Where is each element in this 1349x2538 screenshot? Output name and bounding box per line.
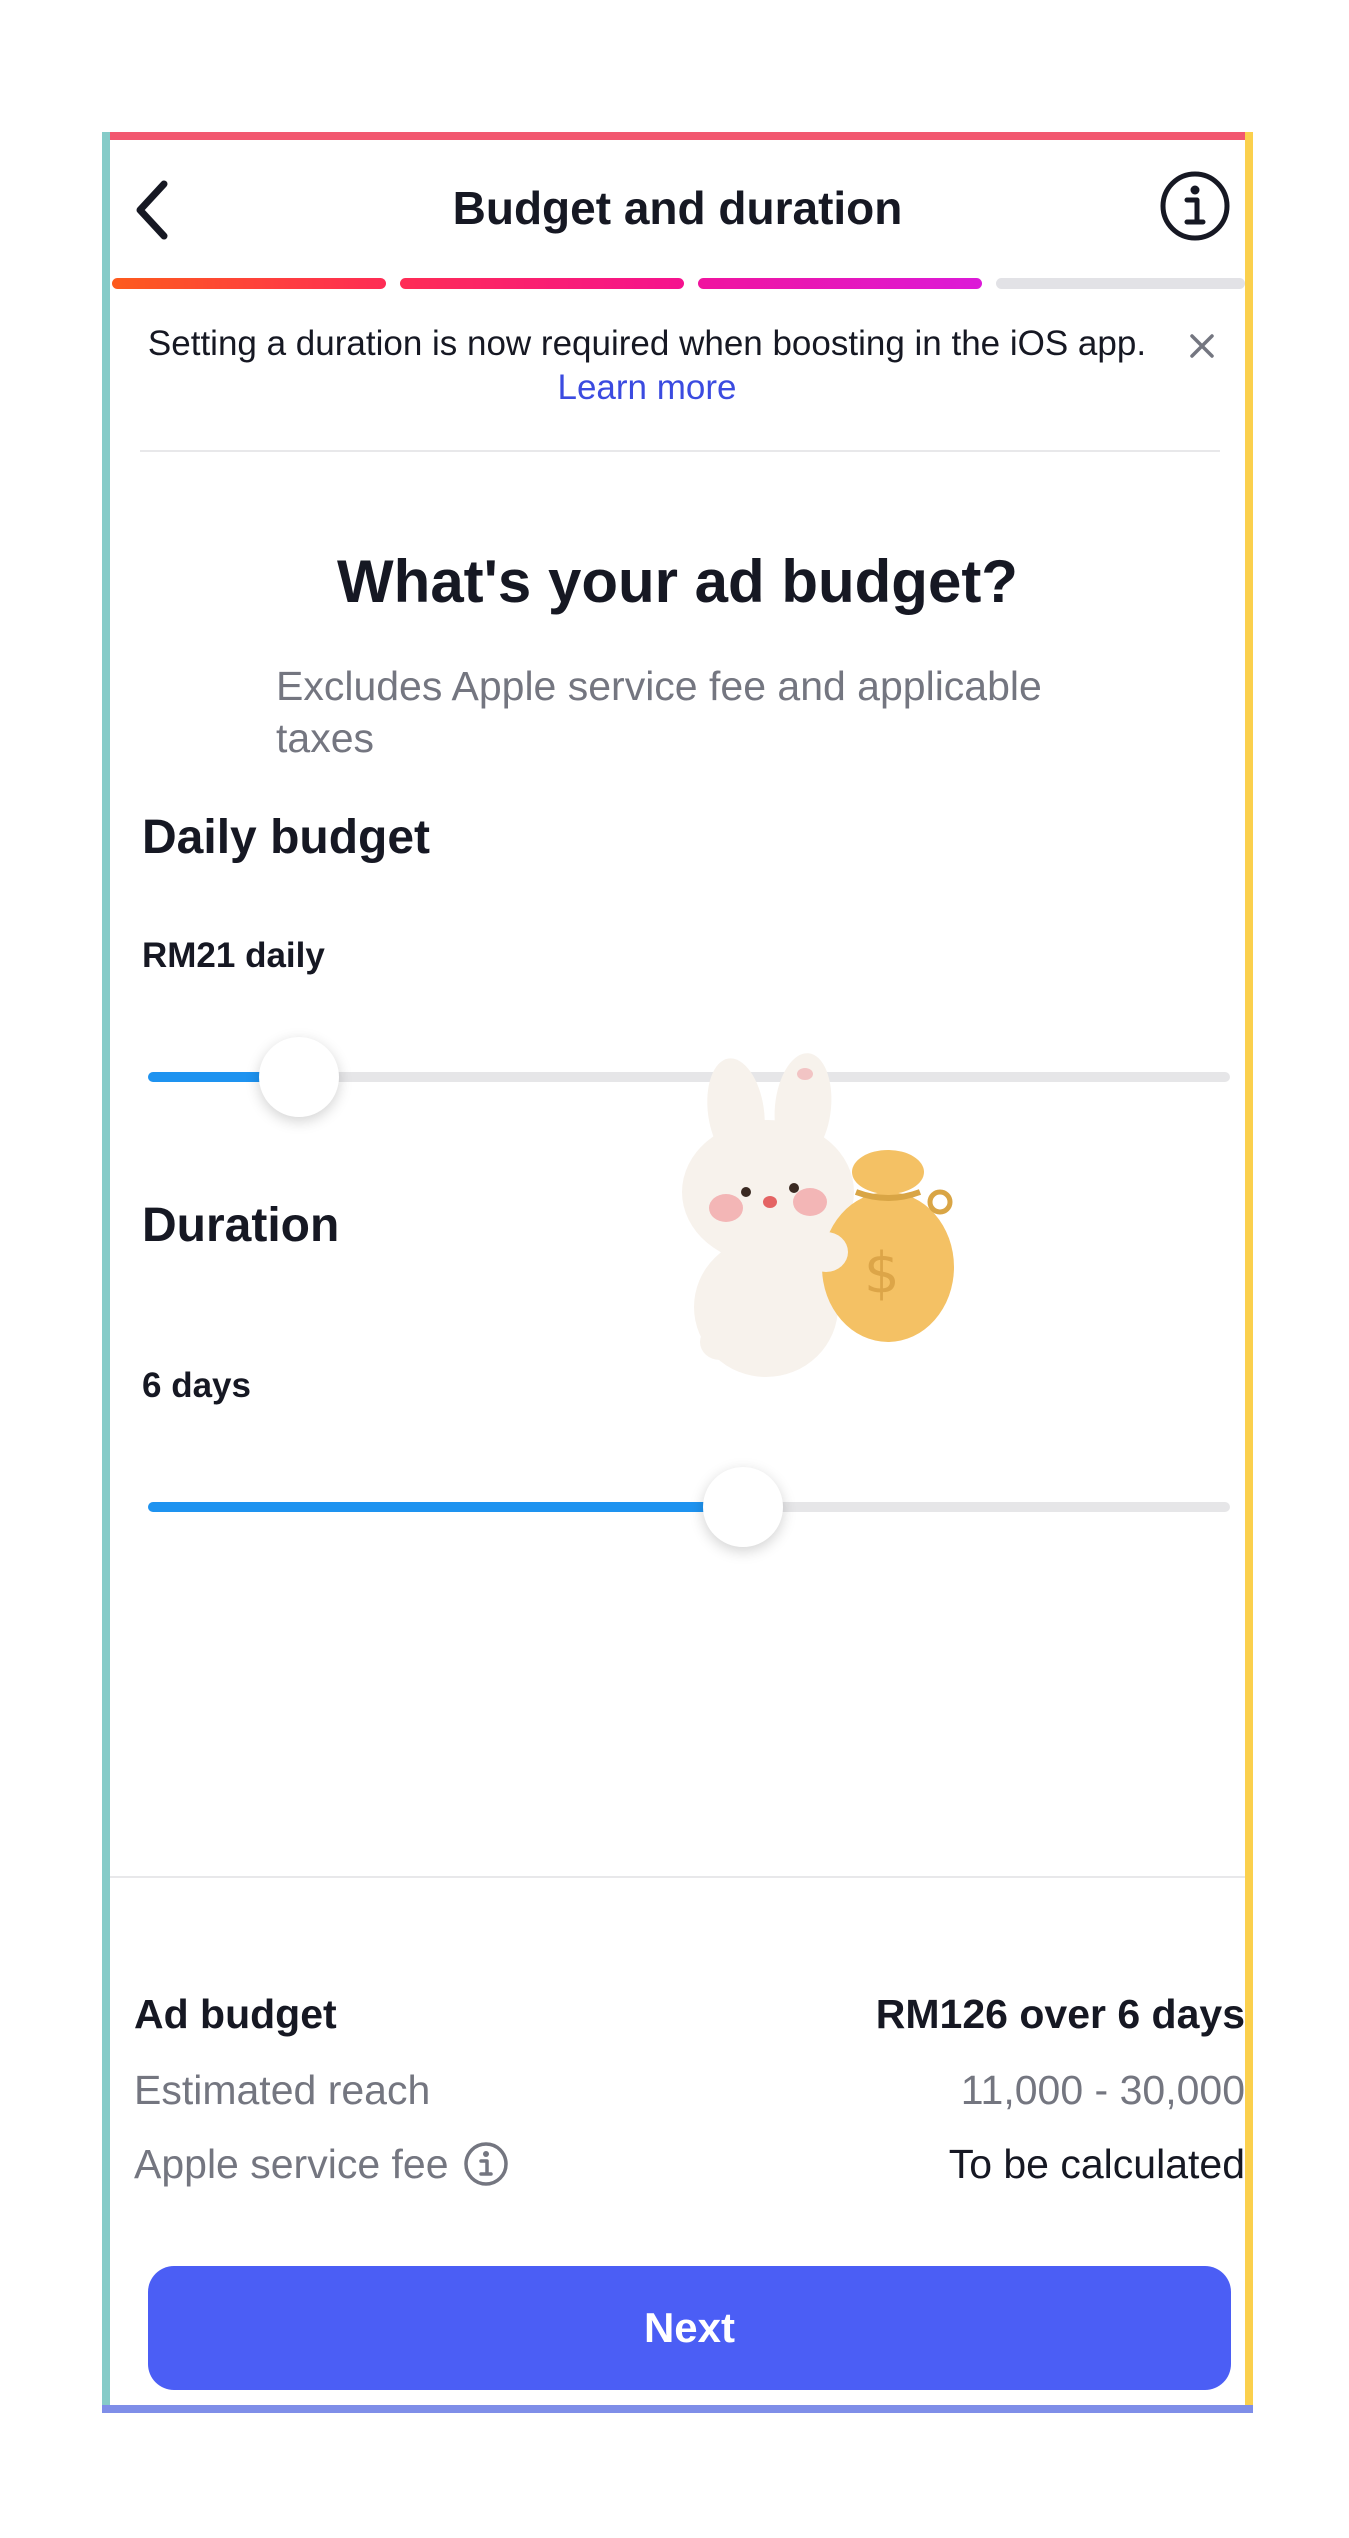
fee-info-button[interactable] (463, 2141, 509, 2187)
apple-service-fee-label: Apple service fee (134, 2141, 449, 2187)
ad-budget-label: Ad budget (134, 1991, 337, 2037)
progress-step-1 (112, 278, 386, 289)
ad-budget-value: RM126 over 6 days (875, 1991, 1245, 2037)
frame-border-left (102, 132, 110, 2413)
progress-step-3 (698, 278, 982, 289)
banner-close-button[interactable] (1182, 326, 1222, 366)
budget-question-subtitle: Excludes Apple service fee and applicabl… (276, 663, 1042, 761)
duration-value: 6 days (142, 1366, 251, 1405)
summary-divider (110, 1876, 1245, 1878)
daily-budget-slider[interactable] (148, 1036, 1230, 1120)
apple-service-fee-value: To be calculated (948, 2141, 1245, 2187)
header: Budget and duration (110, 140, 1245, 280)
duration-slider[interactable] (148, 1466, 1230, 1550)
notice-banner: Setting a duration is now required when … (142, 322, 1222, 452)
progress-step-4 (996, 278, 1245, 289)
banner-message: Setting a duration is now required when … (147, 324, 1147, 363)
learn-more-link[interactable]: Learn more (558, 368, 737, 407)
info-button[interactable] (1159, 170, 1231, 242)
daily-budget-value: RM21 daily (142, 936, 325, 975)
frame-border-bottom (102, 2405, 1253, 2413)
info-circle-icon (463, 2142, 508, 2186)
frame-border-right (1245, 132, 1253, 2413)
step-progress-bar (110, 278, 1245, 290)
svg-text:$: $ (864, 1241, 900, 1306)
slider-thumb[interactable] (703, 1467, 784, 1547)
slider-fill (148, 1502, 744, 1512)
progress-step-2 (400, 278, 684, 289)
estimated-reach-label: Estimated reach (134, 2067, 431, 2113)
duration-label: Duration (142, 1199, 340, 1252)
estimated-reach-value: 11,000 - 30,000 (960, 2067, 1245, 2113)
banner-divider (140, 450, 1220, 452)
daily-budget-label: Daily budget (142, 811, 431, 864)
estimated-reach-row: Estimated reach 11,000 - 30,000 (134, 2062, 1245, 2118)
budget-question-title: What's your ad budget? (337, 548, 1018, 615)
apple-service-fee-row: Apple service fee To be calculated (134, 2136, 1245, 2192)
banner-text: Setting a duration is now required when … (142, 322, 1152, 410)
page-title: Budget and duration (452, 182, 903, 234)
info-circle-icon (1160, 171, 1230, 241)
ad-budget-row: Ad budget RM126 over 6 days (134, 1986, 1245, 2042)
apple-service-fee-label-group: Apple service fee (134, 2138, 509, 2190)
close-icon (1190, 334, 1214, 358)
app-screen: Budget and duration Setting a duration i… (102, 132, 1253, 2413)
frame-border-top (102, 132, 1253, 140)
slider-thumb[interactable] (259, 1037, 340, 1117)
next-button[interactable]: Next (148, 2266, 1231, 2390)
